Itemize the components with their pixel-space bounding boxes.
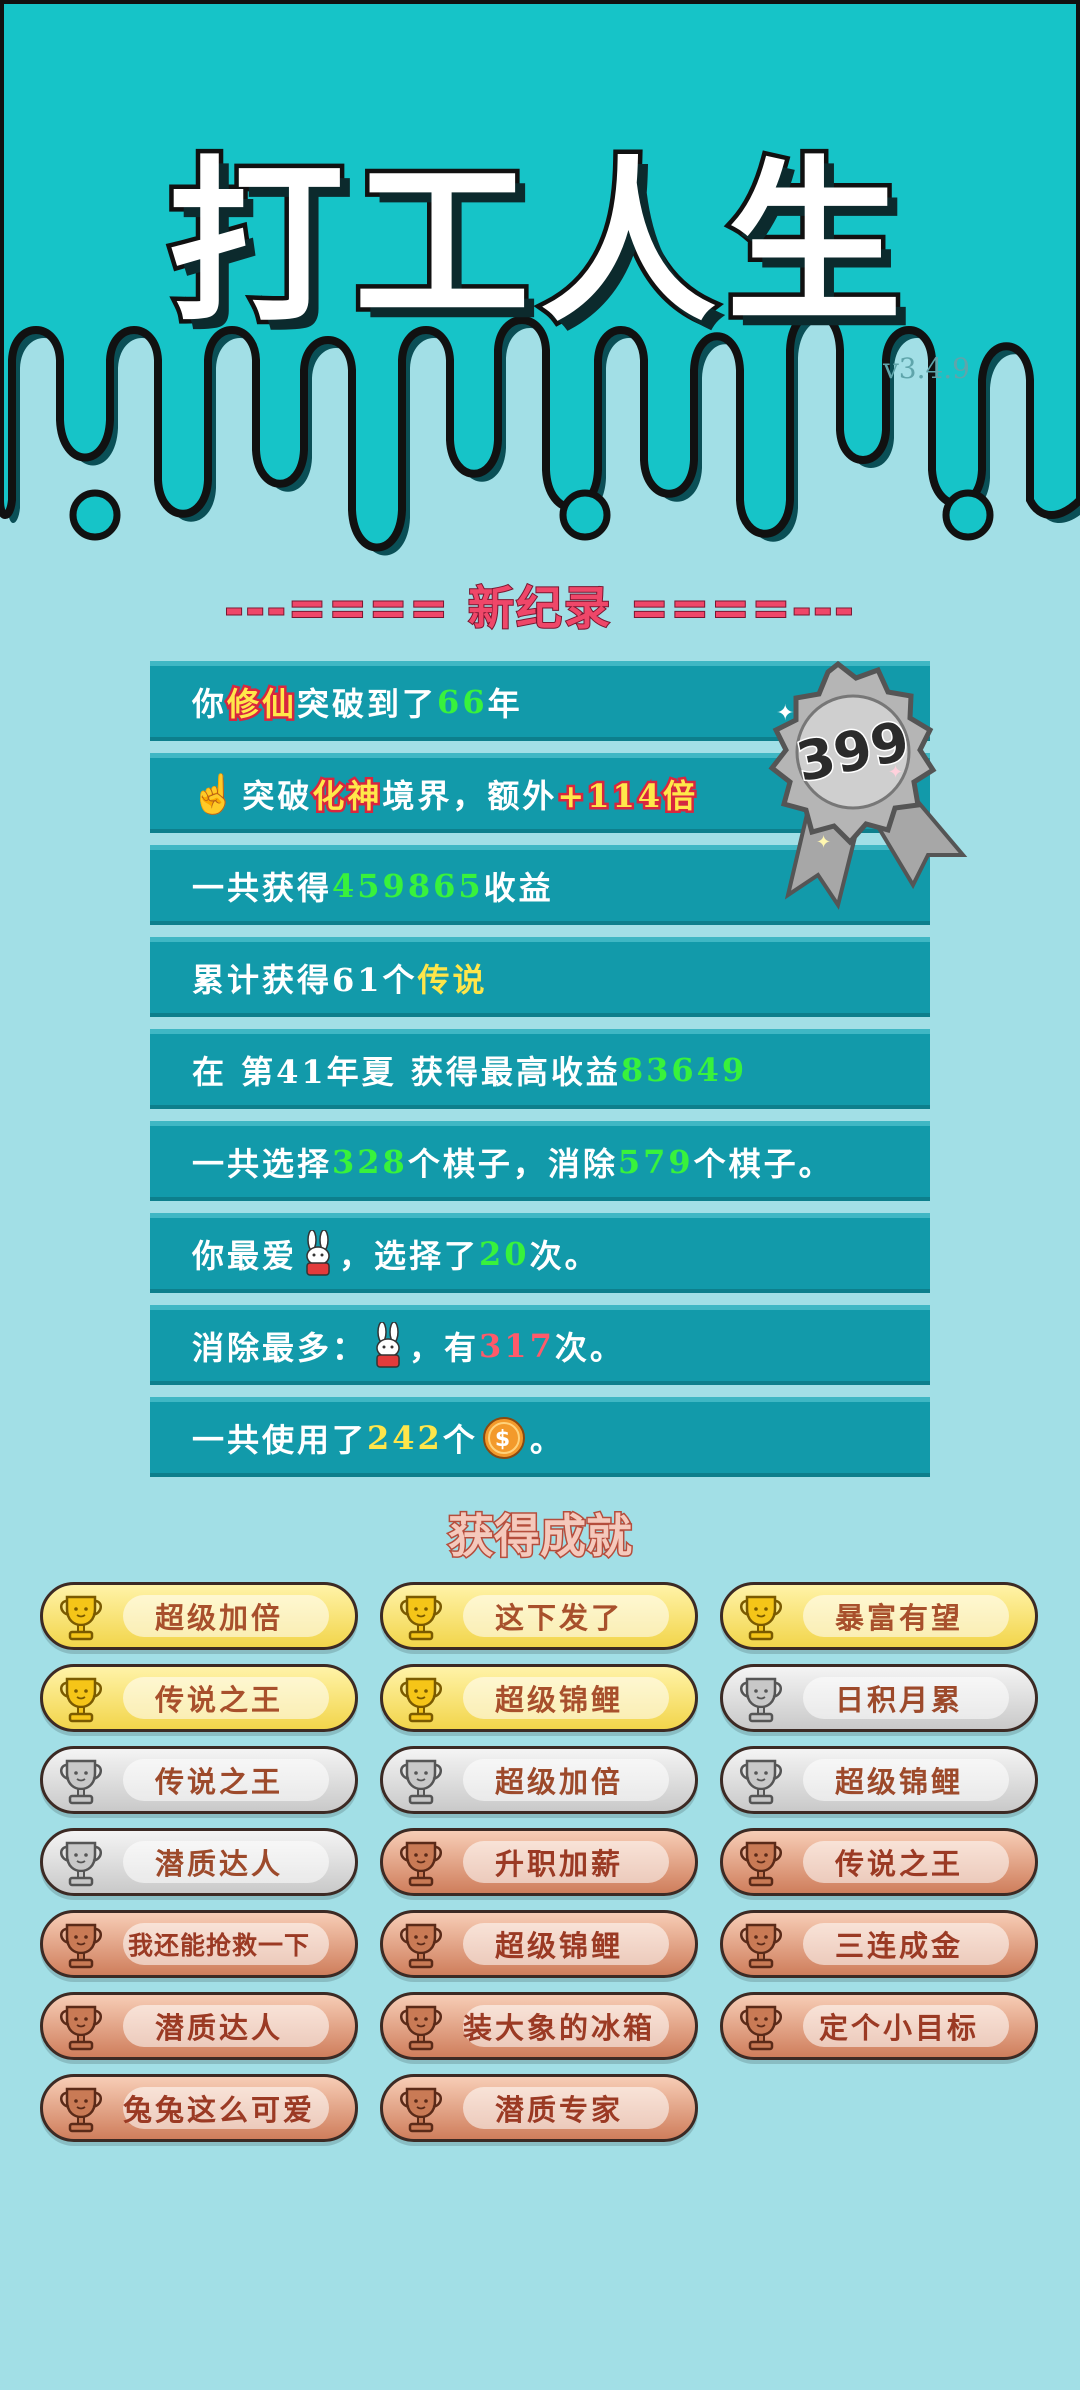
- achievements-title: 获得成就: [447, 1508, 634, 1565]
- stat-text: ，有: [409, 1328, 480, 1367]
- achievement-label: 超级加倍: [494, 1765, 623, 1799]
- achievement-label: 这下发了: [494, 1601, 623, 1635]
- achievement-label: 潜质达人: [154, 1847, 283, 1881]
- achievement-bronze[interactable]: 传说之王: [720, 1828, 1038, 1896]
- achievements-grid: 超级加倍 这下发了 暴富有望 传说之王 超级锦鲤 日积月累 传说之王 超级加倍 超级锦鲤 潜质达人…: [40, 1582, 1040, 2142]
- stat-text: 次。: [529, 1236, 600, 1275]
- stat-text: 你最爱: [192, 1236, 298, 1275]
- stat-highlight: 修仙: [225, 682, 298, 725]
- stat-text: 突破到了: [297, 684, 438, 723]
- stat-row-coins: 一共使用了 242 个 $ 。: [150, 1397, 930, 1477]
- coin-icon: $: [482, 1416, 525, 1459]
- achievement-bronze[interactable]: 超级锦鲤: [380, 1910, 698, 1978]
- achievement-gold[interactable]: 超级锦鲤: [380, 1664, 698, 1732]
- svg-text:✦: ✦: [816, 832, 831, 853]
- stat-value: 328: [332, 1142, 408, 1181]
- achievement-label: 潜质达人: [154, 2011, 283, 2045]
- achievement-label: 我还能抢救一下: [127, 1931, 310, 1960]
- achievement-bronze[interactable]: 定个小目标: [720, 1992, 1038, 2060]
- stat-row-favorite: 你最爱 ，选择了 20 次。: [150, 1213, 930, 1293]
- achievement-label: 超级锦鲤: [494, 1929, 623, 1963]
- achievement-label: 传说之王: [154, 1765, 283, 1799]
- stat-value: +114倍: [555, 774, 698, 817]
- stat-row-pieces: 一共选择 328 个棋子，消除 579 个棋子。: [150, 1121, 930, 1201]
- achievement-silver[interactable]: 传说之王: [40, 1746, 358, 1814]
- achievement-label: 升职加薪: [494, 1847, 623, 1881]
- stat-row-most-eliminated: 消除最多： ，有 317 次。: [150, 1305, 930, 1385]
- header: 打工人生 v3.4.9: [0, 0, 1080, 560]
- stat-value: 317: [479, 1326, 555, 1365]
- stat-text: 境界，额外: [382, 776, 558, 815]
- score-badge: 399 ✦ ✦ ✦: [768, 660, 968, 910]
- achievement-gold[interactable]: 这下发了: [380, 1582, 698, 1650]
- achievement-label: 三连成金: [834, 1929, 963, 1963]
- stat-text: 。: [529, 1420, 565, 1459]
- stat-text: 个棋子，消除: [407, 1144, 618, 1183]
- achievement-label: 传说之王: [834, 1847, 963, 1881]
- stat-value: 传说: [417, 960, 488, 999]
- achievement-label: 兔兔这么可爱: [122, 2093, 315, 2127]
- stat-highlight: 化神: [310, 774, 383, 817]
- stat-text: 收益: [483, 868, 554, 907]
- achievement-bronze[interactable]: 我还能抢救一下: [40, 1910, 358, 1978]
- achievement-label: 定个小目标: [818, 2011, 979, 2045]
- stat-text: ，选择了: [339, 1236, 480, 1275]
- stat-value: 459865: [332, 866, 484, 905]
- pointing-hand-icon: ☝: [190, 770, 241, 816]
- achievement-label: 日积月累: [834, 1683, 963, 1717]
- achievement-bronze[interactable]: 装大象的冰箱: [380, 1992, 698, 2060]
- stat-value: 242: [367, 1418, 443, 1457]
- achievement-label: 超级锦鲤: [834, 1765, 963, 1799]
- stat-value: 20: [479, 1234, 530, 1273]
- stat-value: 66: [437, 682, 488, 721]
- achievement-gold[interactable]: 传说之王: [40, 1664, 358, 1732]
- stat-text: 个: [442, 1420, 478, 1459]
- stat-text: 累计获得61个: [192, 960, 418, 999]
- stat-text: 一共选择: [192, 1144, 333, 1183]
- achievement-bronze[interactable]: 潜质专家: [380, 2074, 698, 2142]
- stat-text: 一共获得: [192, 868, 333, 907]
- stat-text: 突破: [242, 776, 313, 815]
- game-title: 打工人生: [163, 137, 912, 351]
- achievement-gold[interactable]: 超级加倍: [40, 1582, 358, 1650]
- stat-text: 一共使用了: [192, 1420, 368, 1459]
- achievement-label: 装大象的冰箱: [462, 2011, 655, 2045]
- svg-text:✦: ✦: [888, 762, 903, 783]
- svg-text:$: $: [495, 1427, 513, 1452]
- achievement-label: 超级加倍: [154, 1601, 283, 1635]
- achievement-label: 超级锦鲤: [494, 1683, 623, 1717]
- achievement-silver[interactable]: 潜质达人: [40, 1828, 358, 1896]
- achievement-silver[interactable]: 日积月累: [720, 1664, 1038, 1732]
- achievement-bronze[interactable]: 兔兔这么可爱: [40, 2074, 358, 2142]
- achievement-label: 传说之王: [154, 1683, 283, 1717]
- stat-text: 次。: [554, 1328, 625, 1367]
- stat-value: 579: [617, 1142, 694, 1181]
- stat-text: 年: [487, 684, 523, 723]
- stat-row-legends: 累计获得61个 传说: [150, 937, 930, 1017]
- new-record-title: ---==== 新纪录 ====---: [224, 580, 856, 636]
- bunny-icon: [306, 1229, 330, 1276]
- stat-text: 个棋子。: [693, 1144, 834, 1183]
- achievement-bronze[interactable]: 三连成金: [720, 1910, 1038, 1978]
- stat-row-max-income: 在 第41年夏 获得最高收益 83649: [150, 1029, 930, 1109]
- stat-text: 消除最多：: [192, 1328, 368, 1367]
- svg-text:✦: ✦: [776, 701, 794, 726]
- achievement-silver[interactable]: 超级加倍: [380, 1746, 698, 1814]
- stat-text: 在 第41年夏 获得最高收益: [192, 1052, 621, 1091]
- achievement-bronze[interactable]: 升职加薪: [380, 1828, 698, 1896]
- achievement-label: 暴富有望: [834, 1601, 963, 1635]
- achievement-bronze[interactable]: 潜质达人: [40, 1992, 358, 2060]
- stat-value: 83649: [620, 1050, 748, 1089]
- version-label: v3.4.9: [882, 352, 970, 385]
- bunny-icon: [376, 1321, 400, 1368]
- achievement-gold[interactable]: 暴富有望: [720, 1582, 1038, 1650]
- stat-text: 你: [192, 684, 228, 723]
- achievement-label: 潜质专家: [494, 2093, 623, 2127]
- achievement-silver[interactable]: 超级锦鲤: [720, 1746, 1038, 1814]
